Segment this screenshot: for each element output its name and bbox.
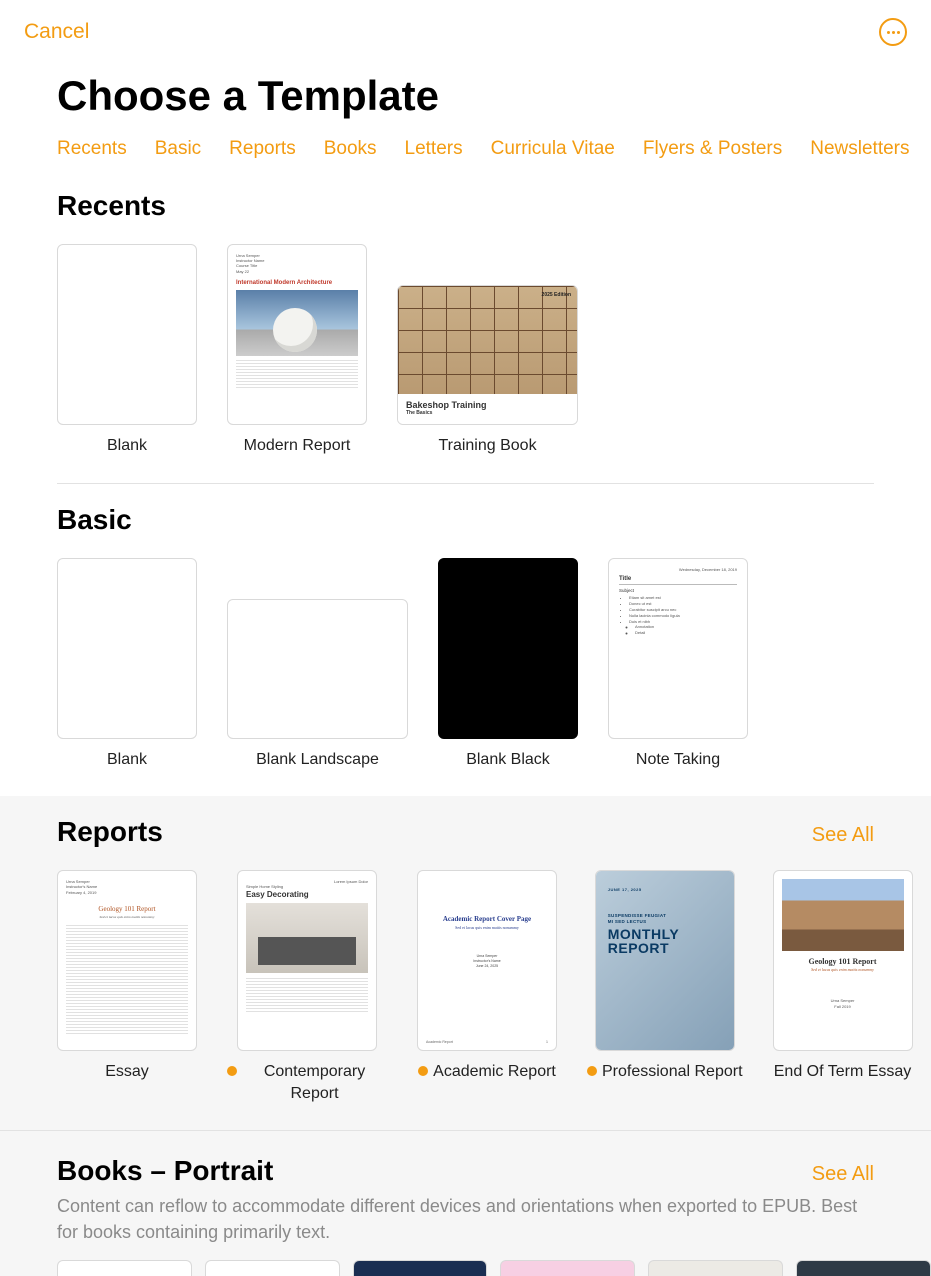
badge-dot-icon: [418, 1066, 428, 1076]
section-basic: Basic Blank Blank Landscape Blank Black …: [0, 484, 931, 797]
template-label: Blank Landscape: [256, 749, 379, 771]
template-thumb-modern-report[interactable]: Urna SemperInstructor NameCourse TitleMa…: [227, 244, 367, 425]
thumb-date: JUNE 17, 2025: [608, 887, 642, 892]
thumb-date: Wednesday, December 18, 2019: [619, 567, 737, 572]
books-row: [57, 1246, 931, 1276]
thumb-line2: MI SED LECTUS: [608, 919, 647, 924]
template-thumb-blank[interactable]: [57, 244, 197, 425]
template-label: Note Taking: [636, 749, 720, 771]
thumb-title: Bakeshop Training: [406, 400, 569, 410]
recents-row: Blank Urna SemperInstructor NameCourse T…: [57, 222, 931, 483]
thumb-sub: Sed et lacus quis enim mattis nonummy: [66, 915, 188, 919]
thumb-title: Academic Report Cover Page: [426, 915, 548, 923]
reports-row: Urna SemperInstructor's NameFebruary 4, …: [57, 848, 931, 1130]
thumb-title: Easy Decorating: [246, 890, 368, 899]
ellipsis-dots: [887, 31, 900, 34]
template-thumb-book-peek[interactable]: [205, 1260, 340, 1276]
cancel-button[interactable]: Cancel: [24, 20, 89, 44]
template-thumb-blank[interactable]: [57, 558, 197, 739]
template-card-professional-report: JUNE 17, 2025 SUSPENDISSE FEUGIAT MI SED…: [587, 870, 743, 1104]
thumb-photo: [782, 879, 904, 951]
template-label: Essay: [105, 1061, 149, 1083]
section-reports-title: Reports: [57, 816, 163, 848]
template-card-contemporary-report: Lorem Ipsum Dolor Simple Home Styling Ea…: [227, 870, 387, 1104]
template-card-training-book: 2025 Edition Bakeshop Training The Basic…: [397, 244, 578, 457]
section-recents: Recents Blank Urna SemperInstructor Name…: [0, 170, 931, 483]
thumb-title: Geology 101 Report: [782, 957, 904, 966]
tab-basic[interactable]: Basic: [155, 138, 201, 160]
template-thumb-blank-landscape[interactable]: [227, 599, 408, 739]
section-books-portrait: Books – Portrait See All Content can ref…: [0, 1130, 931, 1275]
thumb-heading: International Modern Architecture: [236, 280, 358, 286]
template-card-modern-report: Urna SemperInstructor NameCourse TitleMa…: [227, 244, 367, 457]
tab-flyers-posters[interactable]: Flyers & Posters: [643, 138, 782, 160]
template-label: Blank Black: [466, 749, 550, 771]
template-thumb-professional-report[interactable]: JUNE 17, 2025 SUSPENDISSE FEUGIAT MI SED…: [595, 870, 735, 1051]
template-thumb-book-peek[interactable]: [648, 1260, 783, 1276]
badge-dot-icon: [587, 1066, 597, 1076]
thumb-title: Geology 101 Report: [66, 905, 188, 913]
thumb-big: MONTHLY REPORT: [608, 927, 722, 955]
thumb-sub: Sed et lacus quis enim mattis nonummy: [782, 967, 904, 972]
template-thumb-book-peek[interactable]: [796, 1260, 931, 1276]
category-tabs: Recents Basic Reports Books Letters Curr…: [0, 120, 931, 170]
basic-row: Blank Blank Landscape Blank Black Wednes…: [57, 536, 931, 797]
template-card-end-of-term-essay: Geology 101 Report Sed et lacus quis eni…: [773, 870, 913, 1104]
template-label: Contemporary Report: [227, 1061, 387, 1104]
badge-dot-icon: [227, 1066, 237, 1076]
template-thumb-book-peek[interactable]: [500, 1260, 635, 1276]
template-thumb-academic-report[interactable]: Academic Report Cover Page Sed et lacus …: [417, 870, 557, 1051]
see-all-books-button[interactable]: See All: [812, 1163, 874, 1186]
template-label: Modern Report: [244, 435, 351, 457]
template-card-blank: Blank: [57, 244, 197, 457]
template-label: Blank: [107, 749, 147, 771]
tab-reports[interactable]: Reports: [229, 138, 296, 160]
template-thumb-book-peek[interactable]: [353, 1260, 488, 1276]
tab-newsletters[interactable]: Newsletters: [810, 138, 909, 160]
top-bar: Cancel: [0, 0, 931, 52]
page-title: Choose a Template: [0, 52, 931, 120]
template-thumb-book-peek[interactable]: [57, 1260, 192, 1276]
tab-recents[interactable]: Recents: [57, 138, 127, 160]
template-thumb-end-of-term-essay[interactable]: Geology 101 Report Sed et lacus quis eni…: [773, 870, 913, 1051]
template-label: Blank: [107, 435, 147, 457]
tab-books[interactable]: Books: [324, 138, 377, 160]
more-ellipsis-circle-icon[interactable]: [879, 18, 907, 46]
thumb-title: Title: [619, 576, 737, 582]
see-all-reports-button[interactable]: See All: [812, 824, 874, 847]
thumb-subtitle: The Basics: [406, 410, 569, 416]
template-card-blank-black: Blank Black: [438, 558, 578, 771]
template-thumb-blank-black[interactable]: [438, 558, 578, 739]
section-books-subtitle: Content can reflow to accommodate differ…: [57, 1187, 931, 1245]
thumb-badge: 2025 Edition: [542, 292, 571, 298]
section-books-title: Books – Portrait: [57, 1155, 273, 1187]
section-basic-title: Basic: [57, 504, 132, 536]
template-card-blank-landscape: Blank Landscape: [227, 599, 408, 771]
template-thumb-essay[interactable]: Urna SemperInstructor's NameFebruary 4, …: [57, 870, 197, 1051]
template-card-academic-report: Academic Report Cover Page Sed et lacus …: [417, 870, 557, 1104]
section-recents-title: Recents: [57, 190, 166, 222]
template-card-note-taking: Wednesday, December 18, 2019 Title Subje…: [608, 558, 748, 771]
template-thumb-contemporary-report[interactable]: Lorem Ipsum Dolor Simple Home Styling Ea…: [237, 870, 377, 1051]
template-thumb-note-taking[interactable]: Wednesday, December 18, 2019 Title Subje…: [608, 558, 748, 739]
thumb-line1: SUSPENDISSE FEUGIAT: [608, 913, 666, 918]
thumb-photo: [398, 286, 577, 394]
template-card-blank: Blank: [57, 558, 197, 771]
template-thumb-training-book[interactable]: 2025 Edition Bakeshop Training The Basic…: [397, 285, 578, 425]
thumb-subject: Subject: [619, 588, 737, 593]
tab-curricula-vitae[interactable]: Curricula Vitae: [491, 138, 615, 160]
thumb-photo: [246, 903, 368, 973]
tab-letters[interactable]: Letters: [405, 138, 463, 160]
template-label: Academic Report: [418, 1061, 556, 1083]
thumb-pretitle: Simple Home Styling: [246, 884, 368, 889]
thumb-sub: Sed et lacus quis enim mattis nonummy: [426, 925, 548, 930]
template-label: End Of Term Essay: [774, 1061, 912, 1083]
template-card-essay: Urna SemperInstructor's NameFebruary 4, …: [57, 870, 197, 1104]
section-reports: Reports See All Urna SemperInstructor's …: [0, 796, 931, 1130]
template-label: Professional Report: [587, 1061, 743, 1083]
template-label: Training Book: [438, 435, 536, 457]
thumb-photo: [236, 290, 358, 356]
